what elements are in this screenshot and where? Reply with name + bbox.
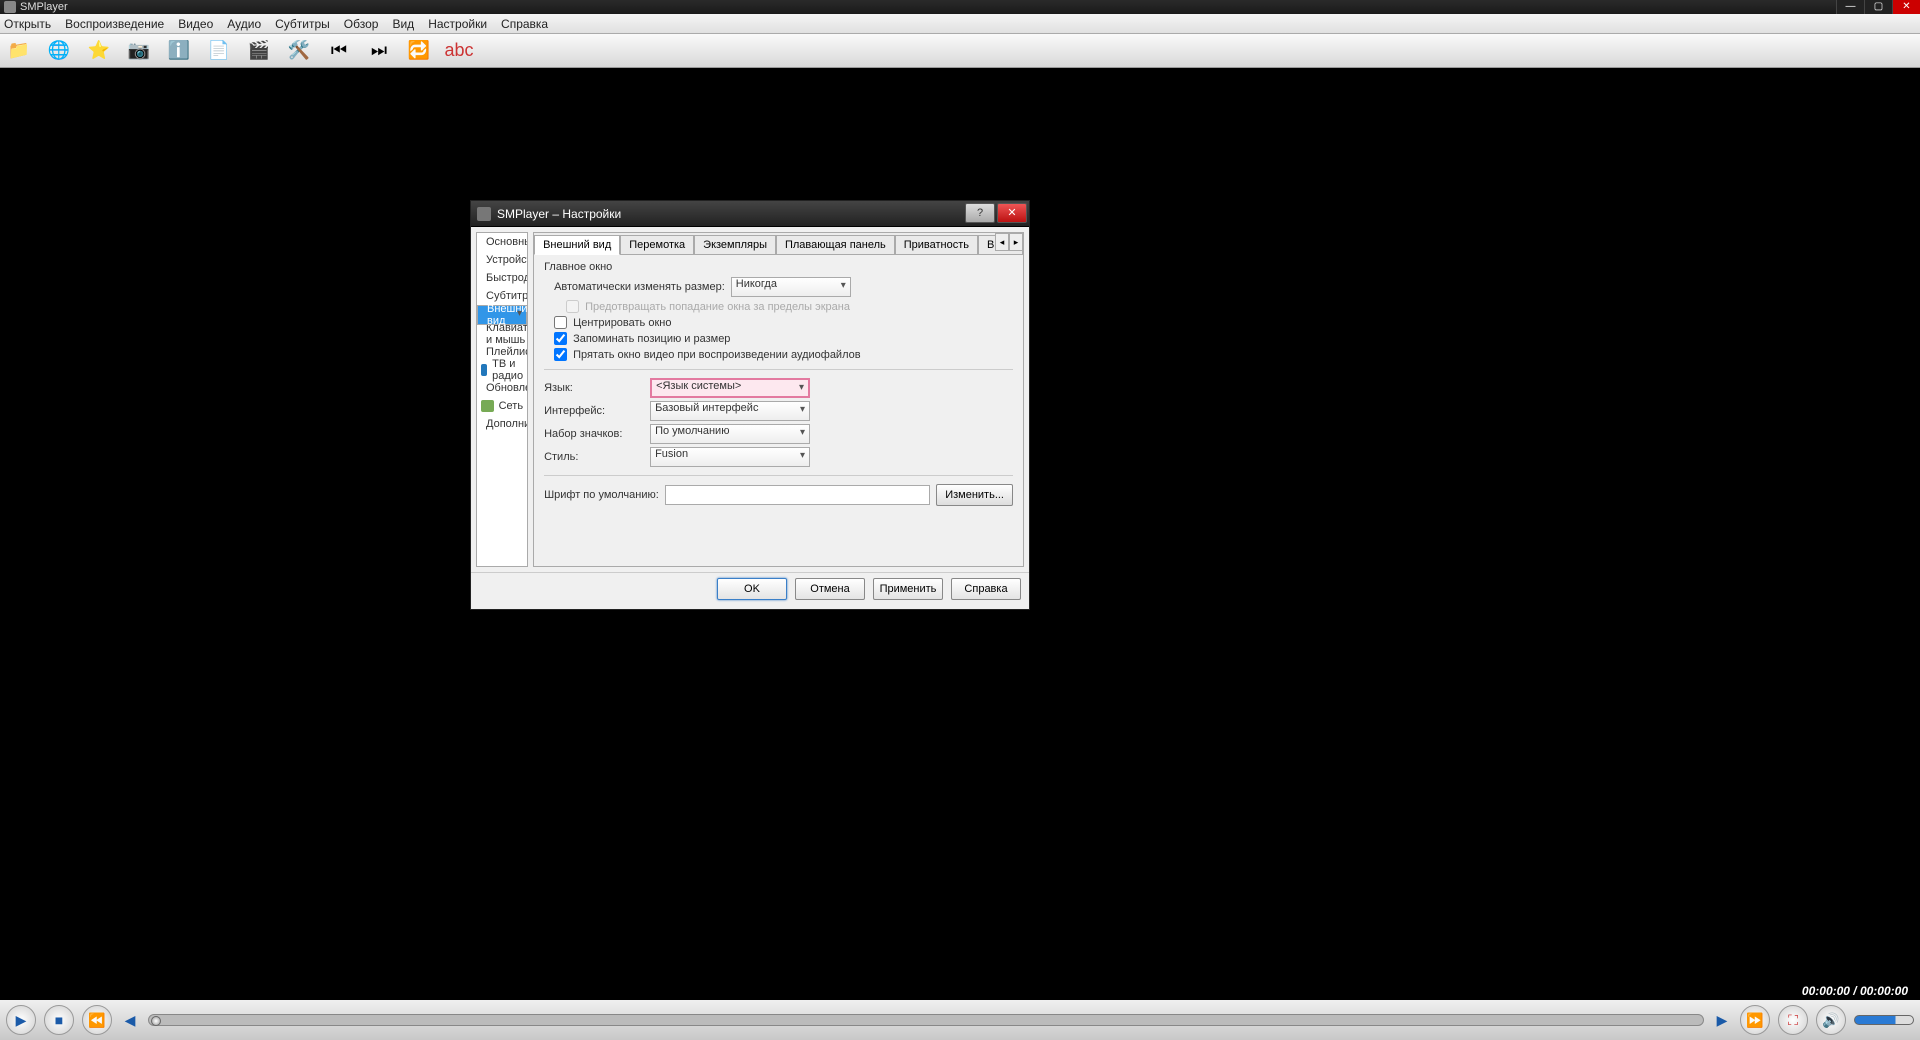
select-interface[interactable]: Базовый интерфейс	[650, 401, 810, 421]
forward-button[interactable]: ⏩	[1740, 1005, 1770, 1035]
cancel-button[interactable]: Отмена	[795, 578, 865, 600]
app-icon	[4, 1, 16, 13]
step-back-icon[interactable]: ◀	[120, 1010, 140, 1030]
change-font-button[interactable]: Изменить...	[936, 484, 1013, 506]
tab-scroll-left[interactable]: ◂	[995, 233, 1009, 251]
label-language: Язык:	[544, 382, 644, 394]
next-track-icon[interactable]: ⏭	[366, 38, 392, 64]
toolbar: 📁 🌐 ⭐ 📷 ℹ️ 📄 🎬 🛠️ ⏮ ⏭ 🔁 abc	[0, 34, 1920, 68]
select-style[interactable]: Fusion	[650, 447, 810, 467]
subtitle-search-icon[interactable]: abc	[446, 38, 472, 64]
volume-slider[interactable]	[1854, 1015, 1914, 1025]
label-style: Стиль:	[544, 451, 644, 463]
tabstrip: Внешний вид Перемотка Экземпляры Плавающ…	[534, 233, 1023, 255]
label-iconset: Набор значков:	[544, 428, 644, 440]
tab-instances[interactable]: Экземпляры	[694, 235, 776, 254]
tab-seeking[interactable]: Перемотка	[620, 235, 694, 254]
group-main-window: Главное окно	[544, 261, 1013, 273]
play-button[interactable]: ▶	[6, 1005, 36, 1035]
playlist-icon[interactable]: 📄	[206, 38, 232, 64]
settings-dialog: SMPlayer – Настройки ? ✕ Основные Устрой…	[470, 200, 1030, 610]
tools-icon[interactable]: 🛠️	[286, 38, 312, 64]
dialog-icon	[477, 207, 491, 221]
checkbox-center[interactable]	[554, 316, 567, 329]
menu-audio[interactable]: Аудио	[227, 17, 261, 31]
cat-appearance[interactable]: Внешний вид	[477, 305, 527, 325]
label-interface: Интерфейс:	[544, 405, 644, 417]
tab-scroll-right[interactable]: ▸	[1009, 233, 1023, 251]
open-file-icon[interactable]: 📁	[6, 38, 32, 64]
dialog-footer: OK Отмена Применить Справка	[471, 572, 1029, 604]
label-center: Центрировать окно	[573, 317, 671, 329]
info-icon[interactable]: ℹ️	[166, 38, 192, 64]
cat-tv-radio[interactable]: ТВ и радио	[477, 361, 527, 379]
cat-devices[interactable]: Устройства	[477, 251, 527, 269]
ok-button[interactable]: OK	[717, 578, 787, 600]
label-autoresize: Автоматически изменять размер:	[554, 281, 725, 293]
tab-floating[interactable]: Плавающая панель	[776, 235, 895, 254]
tab-privacy[interactable]: Приватность	[895, 235, 978, 254]
label-remember: Запоминать позицию и размер	[573, 333, 730, 345]
tab-appearance[interactable]: Внешний вид	[534, 235, 620, 255]
checkbox-hide-video[interactable]	[554, 348, 567, 361]
cat-keyboard[interactable]: Клавиатура и мышь	[477, 325, 527, 343]
cat-advanced[interactable]: Дополнительно	[477, 415, 527, 433]
prev-track-icon[interactable]: ⏮	[326, 38, 352, 64]
menu-browse[interactable]: Обзор	[344, 17, 379, 31]
dialog-help-button[interactable]: ?	[965, 203, 995, 223]
category-list: Основные Устройства Быстродействие Субти…	[476, 232, 528, 567]
menubar: Открыть Воспроизведение Видео Аудио Субт…	[0, 14, 1920, 34]
step-fwd-icon[interactable]: ▶	[1712, 1010, 1732, 1030]
label-hide-video: Прятать окно видео при воспроизведении а…	[573, 349, 861, 361]
control-bar: ▶ ■ ⏪ ◀ ▶ ⏩ ⛶ 🔊	[0, 1000, 1920, 1040]
select-iconset[interactable]: По умолчанию	[650, 424, 810, 444]
dialog-titlebar[interactable]: SMPlayer – Настройки ? ✕	[471, 201, 1029, 227]
media-icon[interactable]: 🎬	[246, 38, 272, 64]
favorites-icon[interactable]: ⭐	[86, 38, 112, 64]
apply-button[interactable]: Применить	[873, 578, 943, 600]
menu-view[interactable]: Вид	[392, 17, 414, 31]
select-autoresize[interactable]: Никогда	[731, 277, 851, 297]
menu-open[interactable]: Открыть	[4, 17, 51, 31]
time-display: 00:00:00 / 00:00:00	[1796, 984, 1914, 998]
checkbox-remember[interactable]	[554, 332, 567, 345]
fullscreen-button[interactable]: ⛶	[1778, 1005, 1808, 1035]
help-button[interactable]: Справка	[951, 578, 1021, 600]
dialog-close-button[interactable]: ✕	[997, 203, 1027, 223]
mute-button[interactable]: 🔊	[1816, 1005, 1846, 1035]
cat-updates[interactable]: Обновления	[477, 379, 527, 397]
menu-subtitles[interactable]: Субтитры	[275, 17, 330, 31]
open-url-icon[interactable]: 🌐	[46, 38, 72, 64]
rewind-button[interactable]: ⏪	[82, 1005, 112, 1035]
menu-playback[interactable]: Воспроизведение	[65, 17, 164, 31]
close-button[interactable]: ✕	[1892, 0, 1920, 14]
label-prevent-offscreen: Предотвращать попадание окна за пределы …	[585, 301, 850, 313]
cat-network[interactable]: Сеть	[477, 397, 527, 415]
cat-general[interactable]: Основные	[477, 233, 527, 251]
menu-settings[interactable]: Настройки	[428, 17, 487, 31]
label-default-font: Шрифт по умолчанию:	[544, 489, 659, 501]
repeat-icon[interactable]: 🔁	[406, 38, 432, 64]
settings-pane: Внешний вид Перемотка Экземпляры Плавающ…	[533, 232, 1024, 567]
screenshot-icon[interactable]: 📷	[126, 38, 152, 64]
app-title: SMPlayer	[20, 1, 68, 13]
maximize-button[interactable]: ▢	[1864, 0, 1892, 14]
cat-performance[interactable]: Быстродействие	[477, 269, 527, 287]
main-titlebar: SMPlayer — ▢ ✕	[0, 0, 1920, 14]
select-language[interactable]: <Язык системы>	[650, 378, 810, 398]
menu-help[interactable]: Справка	[501, 17, 548, 31]
minimize-button[interactable]: —	[1836, 0, 1864, 14]
input-default-font[interactable]	[665, 485, 930, 505]
stop-button[interactable]: ■	[44, 1005, 74, 1035]
seek-slider[interactable]	[148, 1014, 1704, 1026]
menu-video[interactable]: Видео	[178, 17, 213, 31]
dialog-title: SMPlayer – Настройки	[497, 207, 621, 221]
checkbox-prevent-offscreen	[566, 300, 579, 313]
